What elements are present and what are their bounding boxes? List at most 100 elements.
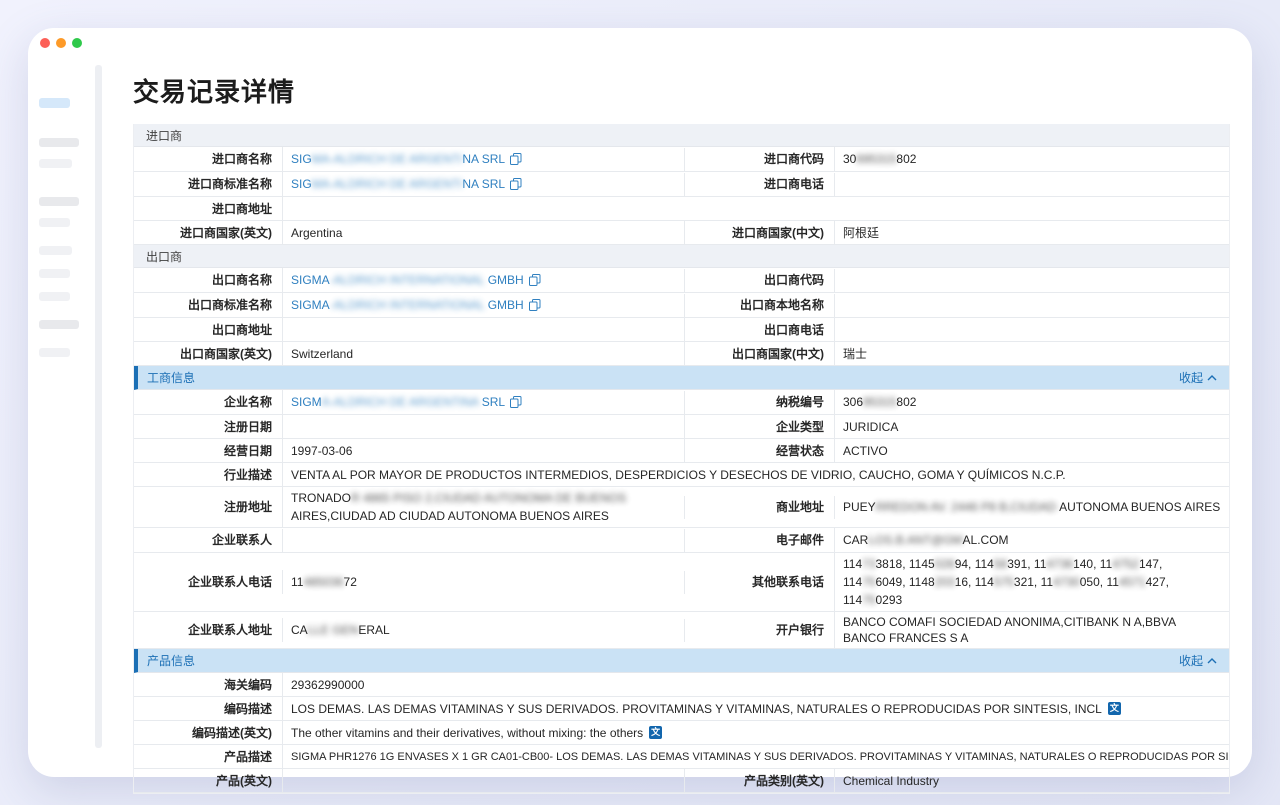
other-phones-value: 114733818, 114502894, 11458391, 11473614… [834,553,1229,611]
page-title: 交易记录详情 [133,72,1230,109]
importer-country-en-value: Argentina [282,221,684,244]
tax-number-value: 30695315802 [834,390,1229,414]
exporter-name-link[interactable]: SIGMA-ALDRICH INTERNATIONAL GMBH [291,271,524,289]
register-date-value [282,415,684,438]
section-header-product-info: 产品信息 收起 [134,649,1229,673]
field-label: 出口商本地名称 [684,294,834,317]
field-label: 出口商国家(英文) [134,342,282,365]
table-row: 企业联系人 电子邮件 CARLOS.B.ANT@GMAL.COM [134,528,1229,553]
table-row: 进口商国家(英文) Argentina 进口商国家(中文) 阿根廷 [134,221,1229,245]
operation-date-value: 1997-03-06 [282,439,684,462]
copy-icon[interactable] [510,178,522,190]
exporter-name-cell: SIGMA-ALDRICH INTERNATIONAL GMBH [282,268,684,292]
company-type-value: JURIDICA [834,415,1229,438]
copy-icon[interactable] [510,153,522,165]
table-row: 海关编码 29362990000 [134,673,1229,697]
table-row: 编码描述 LOS DEMAS. LAS DEMAS VITAMINAS Y SU… [134,697,1229,721]
sidebar-skeleton-bar [39,159,72,168]
importer-std-name-link[interactable]: SIGMA-ALDRICH DE ARGENTINA SRL [291,175,505,193]
exporter-phone-value [834,318,1229,341]
collapse-button[interactable]: 收起 [1179,369,1217,386]
field-label: 企业联系人 [134,529,282,552]
sidebar-skeleton-bar [39,138,79,147]
industry-description-value: VENTA AL POR MAYOR DE PRODUCTOS INTERMED… [282,463,1229,486]
sidebar-skeleton-bar [39,218,70,227]
sidebar-skeleton-bar [39,269,70,278]
field-label: 出口商地址 [134,318,282,341]
chevron-up-icon [1207,375,1217,381]
table-row: 出口商国家(英文) Switzerland 出口商国家(中文) 瑞士 [134,342,1229,366]
translate-icon[interactable]: 文 [1108,702,1121,715]
company-contact-value [282,529,684,552]
copy-icon[interactable] [510,396,522,408]
contact-address-value: CALLE GENERAL [282,618,684,642]
section-title: 产品信息 [147,652,195,669]
table-row: 注册地址 TRONADOR 4865 PISO 2,CIUDAD AUTONOM… [134,487,1229,528]
field-label: 出口商标准名称 [134,294,282,317]
translate-icon[interactable]: 文 [649,726,662,739]
sidebar-skeleton-bar [39,348,70,357]
section-title: 工商信息 [147,369,195,386]
hs-code-value: 29362990000 [282,673,1229,696]
sidebar-content-divider [95,65,102,748]
company-name-link[interactable]: SIGMA-ALDRICH DE ARGENTINA SRL [291,393,505,411]
copy-icon[interactable] [529,274,541,286]
window-close-button[interactable] [40,38,50,48]
section-header-business-info: 工商信息 收起 [134,366,1229,390]
table-row: 企业名称 SIGMA-ALDRICH DE ARGENTINA SRL 纳税编号… [134,390,1229,415]
exporter-std-name-cell: SIGMA-ALDRICH INTERNATIONAL GMBH [282,293,684,317]
code-description-en-value: The other vitamins and their derivatives… [282,721,1229,744]
importer-country-cn-value: 阿根廷 [834,221,1229,244]
field-label: 企业类型 [684,415,834,438]
field-label: 行业描述 [134,463,282,486]
copy-icon[interactable] [529,299,541,311]
field-label: 出口商电话 [684,318,834,341]
field-label: 进口商地址 [134,197,282,220]
field-label: 企业联系人电话 [134,571,282,594]
field-label: 开户银行 [684,619,834,642]
exporter-local-name-value [834,294,1229,317]
field-label: 出口商代码 [684,269,834,292]
field-label: 产品(英文) [134,769,282,792]
field-label: 企业名称 [134,391,282,414]
exporter-std-name-link[interactable]: SIGMA-ALDRICH INTERNATIONAL GMBH [291,296,524,314]
operation-status-value: ACTIVO [834,439,1229,462]
email-value: CARLOS.B.ANT@GMAL.COM [834,528,1229,552]
field-label: 电子邮件 [684,529,834,552]
field-label: 进口商国家(中文) [684,221,834,244]
exporter-country-cn-value: 瑞士 [834,342,1229,365]
collapse-button[interactable]: 收起 [1179,652,1217,669]
field-label: 进口商国家(英文) [134,221,282,244]
field-label: 经营状态 [684,439,834,462]
importer-name-cell: SIGMA-ALDRICH DE ARGENTINA SRL [282,147,684,171]
section-title: 出口商 [146,248,182,265]
table-row: 产品(英文) 产品类别(英文) Chemical Industry [134,769,1229,793]
window-zoom-button[interactable] [72,38,82,48]
product-description-value: SIGMA PHR1276 1G ENVASES X 1 GR CA01-CB0… [282,745,1229,768]
table-row: 进口商地址 [134,197,1229,221]
product-category-en-value: Chemical Industry [834,769,1229,792]
register-address-value: TRONADOR 4865 PISO 2,CIUDAD AUTONOMA DE … [282,487,684,527]
section-header-exporter: 出口商 [134,245,1229,268]
importer-name-link[interactable]: SIGMA-ALDRICH DE ARGENTINA SRL [291,150,505,168]
app-window: 交易记录详情 进口商 进口商名称 SIGMA-ALDRICH DE ARGENT… [28,28,1252,777]
section-header-importer: 进口商 [134,124,1229,147]
sidebar-skeleton-bar-active [39,98,70,108]
field-label: 编码描述 [134,697,282,720]
field-label: 产品描述 [134,745,282,768]
table-row: 产品描述 SIGMA PHR1276 1G ENVASES X 1 GR CA0… [134,745,1229,769]
table-row: 进口商名称 SIGMA-ALDRICH DE ARGENTINA SRL 进口商… [134,147,1229,172]
field-label: 出口商国家(中文) [684,342,834,365]
field-label: 注册日期 [134,415,282,438]
bank-value: BANCO COMAFI SOCIEDAD ANONIMA,CITIBANK N… [834,612,1229,648]
window-minimize-button[interactable] [56,38,66,48]
sidebar-skeleton-bar [39,320,79,329]
chevron-up-icon [1207,658,1217,664]
sidebar-skeleton-bar [39,246,72,255]
field-label: 产品类别(英文) [684,769,834,792]
window-controls [40,38,82,48]
table-row: 进口商标准名称 SIGMA-ALDRICH DE ARGENTINA SRL 进… [134,172,1229,197]
exporter-code-value [834,269,1229,292]
company-name-cell: SIGMA-ALDRICH DE ARGENTINA SRL [282,390,684,414]
importer-std-name-cell: SIGMA-ALDRICH DE ARGENTINA SRL [282,172,684,196]
